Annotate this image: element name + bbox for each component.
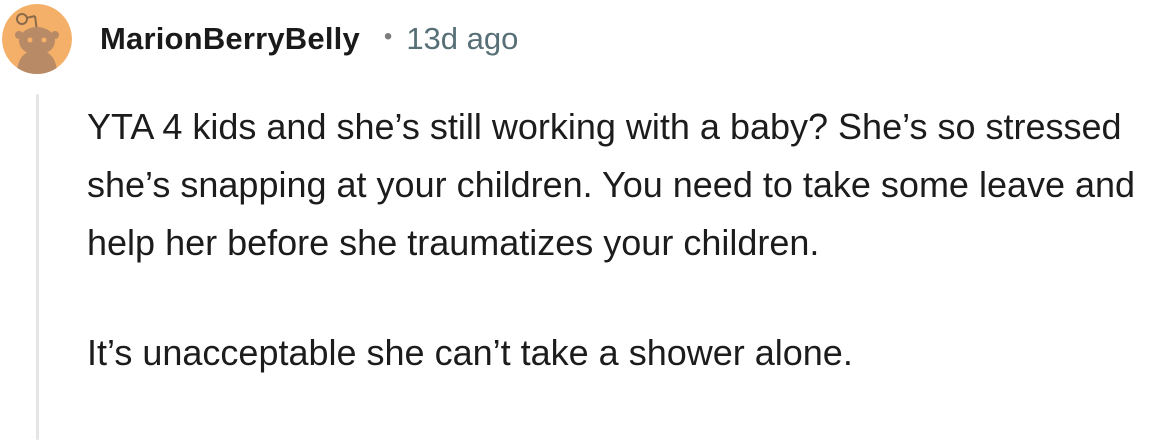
timestamp[interactable]: 13d ago	[406, 21, 518, 57]
comment-header: MarionBerryBelly • 13d ago	[100, 14, 518, 64]
comment-paragraph: YTA 4 kids and she’s still working with …	[87, 106, 1136, 263]
snoo-avatar-icon[interactable]	[2, 4, 72, 74]
comment-paragraph: It’s unacceptable she can’t take a showe…	[87, 332, 853, 373]
thread-line[interactable]	[36, 94, 39, 440]
comment-body: YTA 4 kids and she’s still working with …	[87, 98, 1153, 382]
comment: MarionBerryBelly • 13d ago YTA 4 kids an…	[0, 0, 1157, 440]
username-link[interactable]: MarionBerryBelly	[100, 21, 360, 57]
separator-dot: •	[383, 23, 393, 50]
